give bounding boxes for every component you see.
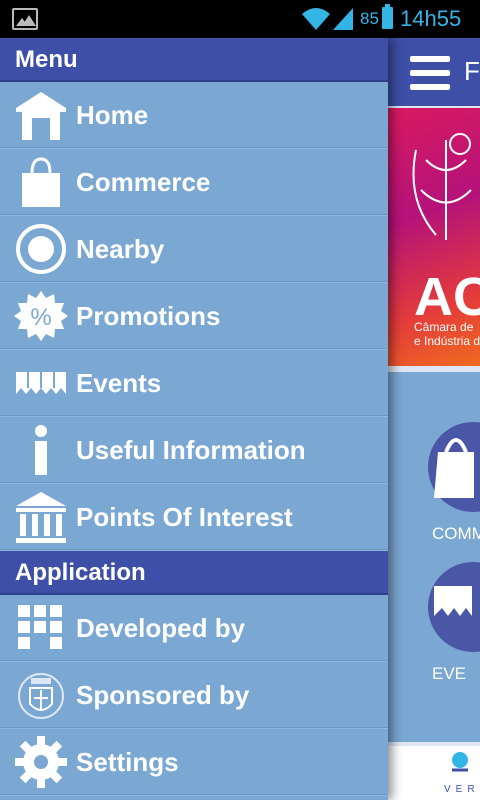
menu-item-nearby[interactable]: Nearby <box>0 216 388 283</box>
crest-icon <box>412 133 472 240</box>
menu-item-label: Points Of Interest <box>76 502 293 532</box>
navigation-drawer: Menu Home Commerce Nearby % Promotions E… <box>0 38 388 800</box>
menu-item-home[interactable]: Home <box>0 82 388 149</box>
menu-item-label: Developed by <box>76 613 246 643</box>
background-app: F AC Câmara de e Indústria d COMM EVE VE… <box>388 38 480 800</box>
menu-item-commerce[interactable]: Commerce <box>0 149 388 216</box>
section-header-application: Application <box>0 551 388 595</box>
banner-image: AC Câmara de e Indústria d <box>388 108 480 366</box>
sponsor-logo-icon <box>452 752 468 772</box>
menu-item-events[interactable]: Events <box>0 350 388 417</box>
hamburger-menu-icon[interactable] <box>410 56 450 90</box>
percent-badge-icon: % <box>14 289 68 343</box>
info-icon <box>14 423 68 477</box>
menu-item-label: Settings <box>76 747 179 777</box>
menu-item-developed-by[interactable]: Developed by <box>0 595 388 662</box>
banner-title: AC <box>414 267 480 327</box>
coat-of-arms-icon <box>14 668 68 722</box>
clock: 14h55 <box>400 6 462 31</box>
battery-icon <box>382 4 393 29</box>
menu-item-points-of-interest[interactable]: Points Of Interest <box>0 484 388 551</box>
menu-item-useful-information[interactable]: Useful Information <box>0 417 388 484</box>
gallery-notification-icon <box>12 8 38 30</box>
museum-icon <box>14 490 68 544</box>
menu-item-label: Events <box>76 368 162 398</box>
bag-icon <box>434 438 474 498</box>
menu-item-promotions[interactable]: % Promotions <box>0 283 388 350</box>
banner-subtitle-2: e Indústria d <box>414 334 480 348</box>
app-action-bar: F <box>388 38 480 106</box>
footer-text: VER <box>444 784 480 795</box>
menu-item-label: Commerce <box>76 167 211 197</box>
app-tiles: COMM EVE <box>388 372 480 742</box>
events-icon <box>434 586 472 616</box>
commerce-tile-label: COMM <box>432 524 480 543</box>
app-footer: VER <box>388 746 480 800</box>
battery-percent: 85 <box>360 9 379 28</box>
app-title: F <box>464 56 480 86</box>
commerce-tile[interactable] <box>428 422 480 512</box>
events-tile-label: EVE <box>432 664 467 683</box>
grid-blocks-icon <box>14 601 68 655</box>
menu-item-label: Useful Information <box>76 435 306 465</box>
wifi-icon <box>302 8 330 30</box>
section-header-menu: Menu <box>0 38 388 82</box>
menu-item-label: Nearby <box>76 234 165 264</box>
shopping-bag-icon <box>14 155 68 209</box>
menu-item-label: Sponsored by <box>76 680 250 710</box>
banner-subtitle-1: Câmara de <box>414 320 474 334</box>
signal-icon <box>333 8 353 30</box>
radio-circle-icon <box>14 222 68 276</box>
svg-text:%: % <box>30 304 51 331</box>
events-tile[interactable] <box>428 562 480 652</box>
menu-item-sponsored-by[interactable]: Sponsored by <box>0 662 388 729</box>
ticket-strip-icon <box>14 356 68 410</box>
menu-item-settings[interactable]: Settings <box>0 729 388 796</box>
gear-icon <box>14 735 68 789</box>
home-icon <box>14 88 68 142</box>
status-bar: 85 14h55 <box>0 0 480 38</box>
menu-item-label: Promotions <box>76 301 221 331</box>
menu-item-label: Home <box>76 100 149 130</box>
